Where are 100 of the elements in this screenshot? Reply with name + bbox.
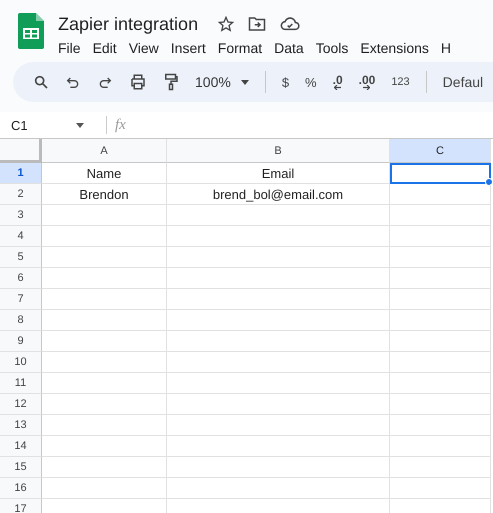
table-cell[interactable] bbox=[390, 247, 491, 268]
table-cell[interactable] bbox=[167, 457, 390, 478]
table-cell[interactable] bbox=[42, 310, 167, 331]
menu-item[interactable]: H bbox=[440, 40, 452, 56]
row-header[interactable]: 4 bbox=[0, 226, 42, 247]
table-cell[interactable] bbox=[167, 478, 390, 499]
row-header[interactable]: 8 bbox=[0, 310, 42, 331]
row-header[interactable]: 14 bbox=[0, 436, 42, 457]
row-header[interactable]: 16 bbox=[0, 478, 42, 499]
menu-item[interactable]: Format bbox=[218, 40, 262, 56]
table-cell[interactable] bbox=[390, 289, 491, 310]
table-cell[interactable] bbox=[42, 394, 167, 415]
table-cell[interactable] bbox=[42, 478, 167, 499]
menu-item[interactable]: View bbox=[128, 40, 159, 56]
selected-cell[interactable] bbox=[390, 163, 491, 184]
name-box[interactable]: C1 bbox=[0, 118, 97, 132]
table-cell[interactable] bbox=[42, 331, 167, 352]
caret-icon bbox=[76, 122, 84, 128]
table-cell[interactable] bbox=[390, 226, 491, 247]
menu-item[interactable]: Tools bbox=[316, 40, 348, 56]
table-cell[interactable] bbox=[42, 289, 167, 310]
caret-icon bbox=[240, 80, 249, 84]
row-header[interactable]: 3 bbox=[0, 205, 42, 226]
menu-item[interactable]: Insert bbox=[170, 40, 206, 56]
number-format-button[interactable]: 123 bbox=[391, 76, 410, 88]
table-cell[interactable] bbox=[390, 457, 491, 478]
right-arrow-icon bbox=[363, 84, 370, 90]
select-all-corner[interactable] bbox=[0, 139, 42, 163]
sheets-logo-icon[interactable] bbox=[18, 13, 44, 49]
table-cell[interactable] bbox=[390, 436, 491, 457]
row-header[interactable]: 10 bbox=[0, 352, 42, 373]
folder-icon[interactable] bbox=[248, 16, 266, 32]
table-cell[interactable] bbox=[42, 352, 167, 373]
table-cell[interactable] bbox=[390, 205, 491, 226]
row-header[interactable]: 12 bbox=[0, 394, 42, 415]
table-cell[interactable] bbox=[390, 268, 491, 289]
table-cell[interactable]: brend_bol@email.com bbox=[167, 184, 390, 205]
table-cell[interactable]: Email bbox=[167, 163, 390, 184]
percent-button[interactable]: % bbox=[305, 74, 317, 90]
row-header[interactable]: 17 bbox=[0, 499, 42, 513]
table-cell[interactable] bbox=[390, 331, 491, 352]
table-cell[interactable] bbox=[390, 415, 491, 436]
table-cell[interactable] bbox=[167, 415, 390, 436]
table-cell[interactable] bbox=[167, 268, 390, 289]
row-header[interactable]: 13 bbox=[0, 415, 42, 436]
table-cell[interactable] bbox=[167, 373, 390, 394]
table-cell[interactable] bbox=[390, 310, 491, 331]
table-cell[interactable]: Brendon bbox=[42, 184, 167, 205]
row-header[interactable]: 7 bbox=[0, 289, 42, 310]
fx-label: fx bbox=[115, 116, 126, 134]
table-cell[interactable] bbox=[390, 373, 491, 394]
table-cell[interactable] bbox=[390, 394, 491, 415]
row-header[interactable]: 11 bbox=[0, 373, 42, 394]
table-cell[interactable] bbox=[390, 352, 491, 373]
table-cell[interactable] bbox=[167, 352, 390, 373]
table-cell[interactable] bbox=[42, 436, 167, 457]
table-cell[interactable] bbox=[167, 247, 390, 268]
menu-item[interactable]: Data bbox=[274, 40, 304, 56]
column-header[interactable]: B bbox=[167, 139, 390, 163]
table-cell[interactable] bbox=[42, 457, 167, 478]
currency-button[interactable]: $ bbox=[282, 74, 290, 90]
paint-format-icon[interactable] bbox=[163, 73, 179, 91]
table-cell[interactable] bbox=[42, 226, 167, 247]
table-cell[interactable] bbox=[42, 415, 167, 436]
star-icon[interactable] bbox=[218, 16, 234, 32]
column-header[interactable]: C bbox=[390, 139, 491, 163]
print-icon[interactable] bbox=[129, 73, 147, 91]
table-cell[interactable] bbox=[42, 205, 167, 226]
row-header[interactable]: 9 bbox=[0, 331, 42, 352]
row-header[interactable]: 1 bbox=[0, 163, 42, 184]
table-cell[interactable] bbox=[167, 331, 390, 352]
menu-item[interactable]: Edit bbox=[92, 40, 117, 56]
increase-decimal-button[interactable]: .00 bbox=[358, 74, 376, 90]
table-cell[interactable] bbox=[167, 205, 390, 226]
zoom-dropdown[interactable]: 100% bbox=[195, 74, 249, 90]
row-header[interactable]: 2 bbox=[0, 184, 42, 205]
row-header[interactable]: 6 bbox=[0, 268, 42, 289]
row-header[interactable]: 15 bbox=[0, 457, 42, 478]
document-title[interactable]: Zapier integration bbox=[58, 14, 198, 34]
row-header[interactable]: 5 bbox=[0, 247, 42, 268]
search-icon[interactable] bbox=[33, 74, 49, 90]
column-header[interactable]: A bbox=[42, 139, 167, 163]
table-cell[interactable] bbox=[167, 289, 390, 310]
table-cell[interactable] bbox=[167, 436, 390, 457]
table-cell[interactable]: Name bbox=[42, 163, 167, 184]
table-cell[interactable] bbox=[390, 478, 491, 499]
menu-item[interactable]: File bbox=[58, 40, 81, 56]
menu-item[interactable]: Extensions bbox=[360, 40, 429, 56]
table-cell[interactable] bbox=[42, 268, 167, 289]
decrease-decimal-button[interactable]: .0 bbox=[332, 74, 343, 90]
table-cell[interactable] bbox=[167, 394, 390, 415]
table-cell[interactable] bbox=[167, 310, 390, 331]
left-arrow-icon bbox=[334, 84, 342, 90]
table-cell[interactable] bbox=[42, 373, 167, 394]
cloud-icon[interactable] bbox=[280, 16, 300, 32]
table-cell[interactable] bbox=[42, 247, 167, 268]
table-cell[interactable] bbox=[390, 184, 491, 205]
table-cell[interactable] bbox=[167, 226, 390, 247]
fill-handle[interactable] bbox=[485, 178, 493, 186]
font-dropdown[interactable]: Defaul bbox=[442, 74, 484, 90]
